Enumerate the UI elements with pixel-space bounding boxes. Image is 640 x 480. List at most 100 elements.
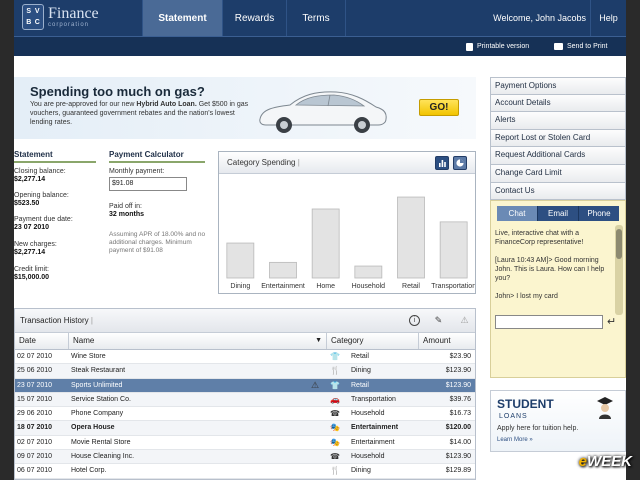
contact-tabs: Chat Email Phone: [497, 206, 619, 221]
go-button[interactable]: GO!: [419, 99, 459, 116]
tab-rewards[interactable]: Rewards: [222, 0, 286, 36]
tick-label-transportation: Transportation: [431, 283, 475, 290]
chat-message: Live, interactive chat with a FinanceCor…: [495, 230, 584, 246]
help-link[interactable]: Help: [590, 0, 626, 36]
bar-chart-toggle[interactable]: [435, 156, 449, 170]
tab-email[interactable]: Email: [538, 206, 579, 221]
send-arrow-icon[interactable]: ↵: [607, 315, 616, 328]
shirt-icon: 👕: [330, 380, 340, 390]
bar-transportation[interactable]: [439, 221, 468, 279]
chat-message: John> I lost my card: [495, 293, 558, 300]
row-date: 02 07 2010: [17, 438, 53, 446]
tab-chat[interactable]: Chat: [497, 206, 538, 221]
tick-label-retail: Retail: [402, 283, 420, 290]
send-to-print-link[interactable]: Send to Print: [554, 37, 607, 56]
learn-more-link[interactable]: Learn More »: [497, 437, 533, 443]
auto-loan-banner[interactable]: Spending too much on gas? You are pre-ap…: [14, 77, 476, 139]
table-row[interactable]: 29 06 2010 Phone Company ☎ Household $16.73: [15, 407, 475, 422]
transaction-column-headers: Date Name ▼ Category Amount: [15, 333, 475, 350]
row-name: Opera House: [71, 424, 115, 432]
row-name: Service Station Co.: [71, 395, 131, 403]
monthly-payment-label: Monthly payment:: [109, 168, 165, 175]
watermark-letter: e: [578, 453, 587, 470]
chat-scrollbar-thumb[interactable]: [616, 229, 622, 259]
menu-item-alerts[interactable]: Alerts: [490, 112, 626, 130]
chat-scrollbar[interactable]: [615, 225, 623, 315]
table-row[interactable]: 06 07 2010 Hotel Corp. 🍴 Dining $129.89: [15, 464, 475, 479]
tab-statement[interactable]: Statement: [142, 0, 222, 36]
transaction-header: Transaction History | i ✎ ⚠: [15, 309, 475, 333]
table-row[interactable]: 23 07 2010 Sports Unlimited ⚠ 👕 Retail $123.9…: [15, 378, 475, 393]
menu-item-payment-options[interactable]: Payment Options: [490, 77, 626, 95]
masks-icon: 🎭: [330, 437, 340, 447]
column-date[interactable]: Date: [15, 333, 69, 349]
warning-icon[interactable]: ⚠: [311, 380, 319, 391]
column-amount[interactable]: Amount: [419, 333, 475, 349]
row-name: Steak Restaurant: [71, 367, 126, 375]
printable-version-link[interactable]: Printable version: [466, 37, 529, 56]
tick-label-entertainment: Entertainment: [261, 283, 305, 290]
table-row[interactable]: 25 06 2010 Steak Restaurant 🍴 Dining $123.90: [15, 364, 475, 379]
logo-letter: B: [26, 18, 32, 26]
chat-log: Live, interactive chat with a FinanceCor…: [495, 229, 607, 310]
bar-home[interactable]: [311, 208, 340, 279]
menu-item-account-details[interactable]: Account Details: [490, 94, 626, 113]
transaction-title-text: Transaction History: [20, 316, 89, 325]
row-amount: $123.90: [445, 381, 471, 389]
row-category: Dining: [351, 367, 371, 375]
payment-due-value: 23 07 2010: [14, 224, 50, 231]
new-charges-label: New charges:: [14, 241, 57, 248]
table-row[interactable]: 15 07 2010 Service Station Co. 🚗 Transporta…: [15, 392, 475, 408]
column-category[interactable]: Category: [327, 333, 419, 349]
watermark-text: WEEK: [587, 453, 632, 470]
top-navigation-bar: S V B C Finance corporation Statement Re…: [14, 0, 626, 36]
row-date: 09 07 2010: [17, 453, 53, 461]
tab-phone[interactable]: Phone: [579, 206, 619, 221]
dropdown-arrow-icon: ▼: [315, 337, 322, 344]
monthly-payment-input[interactable]: $91.08: [109, 177, 187, 191]
edit-icon[interactable]: ✎: [433, 315, 444, 326]
fork-knife-icon: 🍴: [330, 366, 340, 376]
menu-item-report-lost-or-stolen-card[interactable]: Report Lost or Stolen Card: [490, 129, 626, 148]
masks-icon: 🎭: [330, 423, 340, 433]
column-name[interactable]: Name ▼: [69, 333, 327, 349]
statement-heading: Statement: [14, 150, 96, 163]
row-amount: $23.90: [449, 353, 471, 360]
row-name: Hotel Corp.: [71, 467, 107, 475]
tick-label-home: Home: [316, 283, 335, 290]
document-icon: [466, 42, 473, 51]
warning-icon[interactable]: ⚠: [459, 315, 470, 326]
menu-item-change-card-limit[interactable]: Change Card Limit: [490, 164, 626, 183]
bar-dining[interactable]: [226, 242, 255, 279]
menu-item-request-additional-cards[interactable]: Request Additional Cards: [490, 147, 626, 165]
info-icon[interactable]: i: [409, 315, 420, 326]
table-row[interactable]: 02 07 2010 Wine Store 👕 Retail $23.90: [15, 350, 475, 365]
shirt-icon: 👕: [330, 352, 340, 361]
row-category: Retail: [351, 353, 369, 360]
finance-logo[interactable]: S V B C Finance corporation: [22, 4, 99, 30]
category-spending-chart: Dining Entertainment Home Household Retail Tr…: [226, 196, 475, 290]
car-icon: 🚗: [330, 394, 340, 404]
opening-balance-value: $523.50: [14, 200, 40, 207]
banner-title: Spending too much on gas?: [30, 84, 205, 99]
bar-entertainment[interactable]: [269, 261, 297, 279]
student-title: STUDENT: [497, 397, 554, 411]
pie-chart-toggle[interactable]: [453, 156, 467, 170]
table-row[interactable]: 09 07 2010 House Cleaning Inc. ☎ Household $…: [15, 450, 475, 465]
row-date: 23 07 2010: [17, 381, 53, 389]
bar-retail[interactable]: [397, 196, 425, 279]
row-date: 29 06 2010: [17, 410, 53, 418]
table-row[interactable]: 02 07 2010 Movie Rental Store 🎭 Entertainme…: [15, 436, 475, 451]
tick-label-household: Household: [352, 283, 386, 290]
table-row[interactable]: 18 07 2010 Opera House 🎭 Entertainment $120.…: [15, 421, 475, 436]
bar-household[interactable]: [354, 265, 383, 279]
chat-message-input[interactable]: [495, 315, 603, 329]
tab-terms[interactable]: Terms: [286, 0, 346, 36]
row-name: Sports Unlimited: [71, 381, 123, 389]
row-category: Dining: [351, 467, 371, 475]
payment-calculator-heading: Payment Calculator: [109, 150, 205, 163]
student-loans-banner[interactable]: STUDENT LOANS Apply here for tuition hel…: [490, 390, 626, 452]
chat-message: [Laura 10:43 AM]> Good morning John. Thi…: [495, 257, 605, 282]
phone-icon: ☎: [330, 452, 340, 462]
menu-item-contact-us[interactable]: Contact Us: [490, 182, 626, 201]
